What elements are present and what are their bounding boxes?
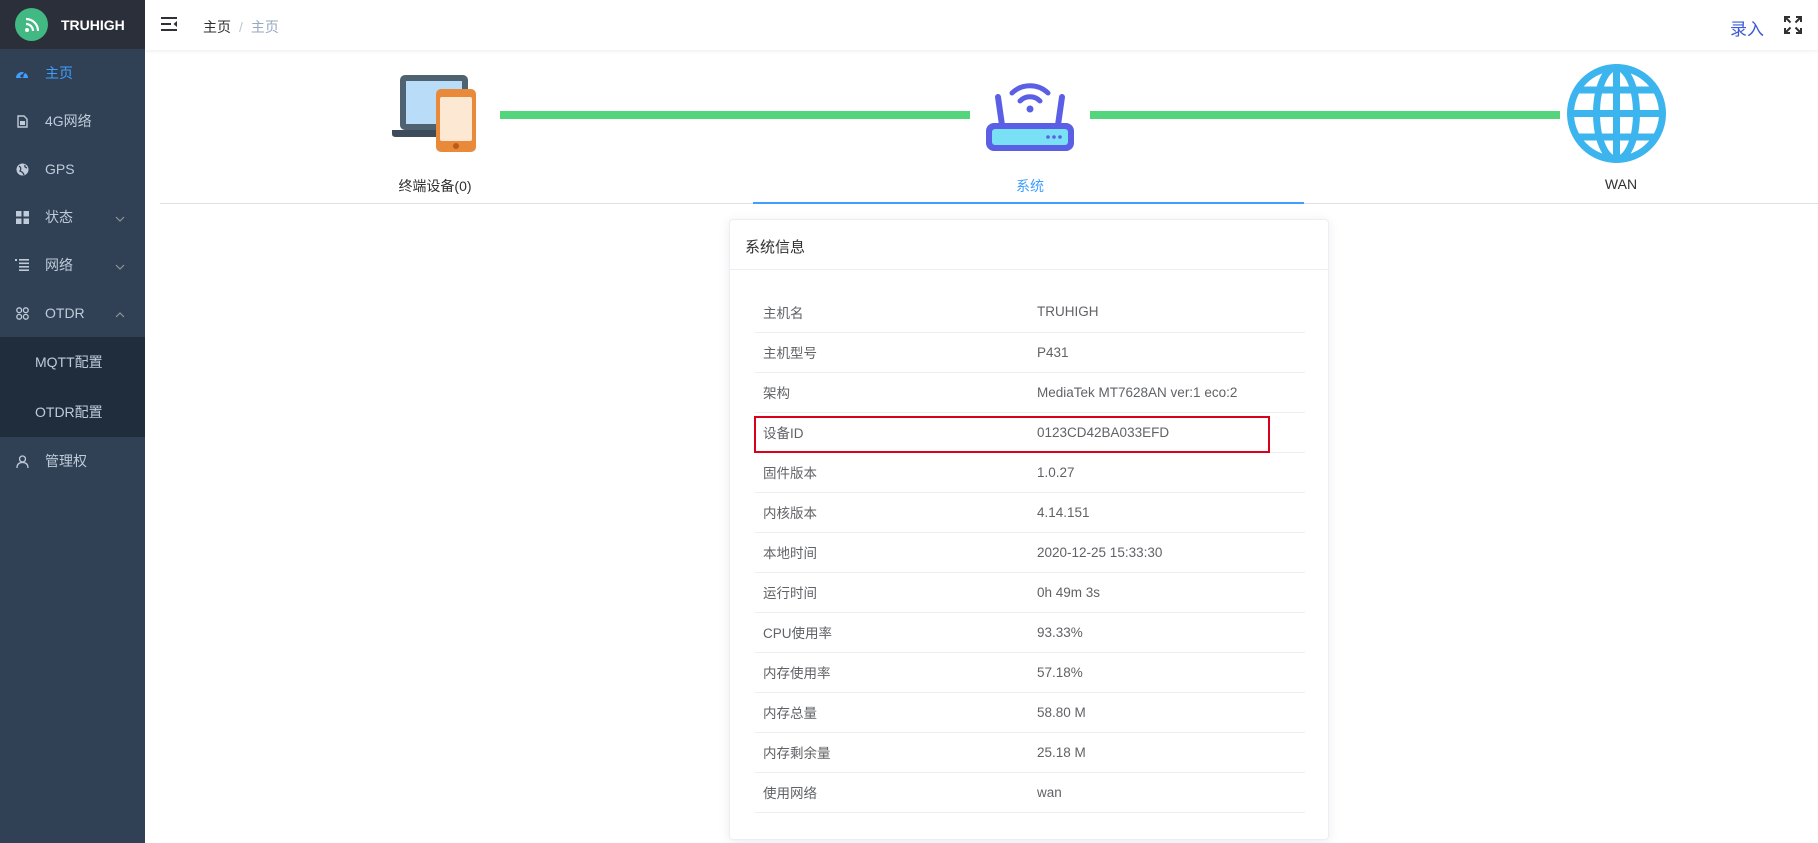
row-key: 固件版本: [755, 452, 1029, 493]
sidebar-item-label: OTDR配置: [35, 404, 103, 420]
table-row: 运行时间 0h 49m 3s: [755, 572, 1305, 613]
sidebar-item-network[interactable]: 网络: [0, 241, 145, 289]
row-value: 93.33%: [1029, 612, 1305, 653]
wan-label: WAN: [1604, 176, 1638, 192]
chevron-up-icon: [115, 305, 125, 321]
table-row: 本地时间 2020-12-25 15:33:30: [755, 532, 1305, 573]
sidebar-item-label: GPS: [45, 161, 75, 177]
apps-icon: [15, 306, 29, 320]
globe-icon[interactable]: [1566, 63, 1667, 164]
breadcrumb-home[interactable]: 主页: [203, 19, 231, 35]
sidebar-item-otdr-config[interactable]: OTDR配置: [0, 387, 145, 437]
sidebar-item-label: MQTT配置: [35, 354, 103, 370]
grid-icon: [15, 210, 29, 224]
row-key: 运行时间: [755, 572, 1029, 613]
sidebar-item-label: 状态: [45, 209, 73, 225]
table-row: 内存总量 58.80 M: [755, 692, 1305, 733]
logo[interactable]: TRUHIGH: [0, 0, 145, 49]
brand-name: TRUHIGH: [61, 16, 125, 33]
table-row: 内核版本 4.14.151: [755, 492, 1305, 533]
breadcrumb-separator: /: [239, 19, 243, 35]
menu-fold-icon[interactable]: [161, 16, 178, 37]
sidebar-item-otdr[interactable]: OTDR: [0, 289, 145, 337]
dashboard-icon: [15, 66, 29, 80]
row-key: 架构: [755, 372, 1029, 413]
row-value: 0h 49m 3s: [1029, 572, 1305, 613]
navbar: 主页 / 主页 录入: [145, 0, 1818, 50]
row-value: TRUHIGH: [1029, 292, 1305, 333]
row-key: 内存剩余量: [755, 732, 1029, 773]
row-key: 内存使用率: [755, 652, 1029, 693]
sidebar: TRUHIGH 主页 4G网络 GPS 状态 网络 OTDR MQTT配置 OT…: [0, 0, 145, 843]
chevron-down-icon: [115, 209, 125, 225]
breadcrumb: 主页 / 主页: [203, 17, 279, 37]
fullscreen-icon[interactable]: [1784, 16, 1802, 39]
row-value: MediaTek MT7628AN ver:1 eco:2: [1029, 372, 1305, 413]
globe-icon: [15, 162, 29, 176]
sidebar-item-label: 主页: [45, 65, 73, 81]
login-link[interactable]: 录入: [1730, 15, 1764, 40]
tab-active-indicator: [753, 202, 1304, 204]
table-row: 使用网络 wan: [755, 772, 1305, 813]
link-system-wan: [1090, 111, 1560, 119]
row-value: wan: [1029, 772, 1305, 813]
card-title: 系统信息: [730, 220, 1328, 270]
row-value: 25.18 M: [1029, 732, 1305, 773]
row-value: 4.14.151: [1029, 492, 1305, 533]
row-key: 使用网络: [755, 772, 1029, 813]
row-key: CPU使用率: [755, 612, 1029, 653]
sidebar-item-status[interactable]: 状态: [0, 193, 145, 241]
laptop-phone-icon[interactable]: [392, 73, 482, 158]
row-value: 2020-12-25 15:33:30: [1029, 532, 1305, 573]
router-icon[interactable]: [982, 73, 1078, 163]
table-row: 主机名 TRUHIGH: [755, 292, 1305, 333]
row-value: 1.0.27: [1029, 452, 1305, 493]
sidebar-item-label: 管理权: [45, 453, 87, 469]
sidebar-item-admin[interactable]: 管理权: [0, 437, 145, 485]
row-value: 57.18%: [1029, 652, 1305, 693]
breadcrumb-current: 主页: [250, 19, 279, 35]
table-row: 架构 MediaTek MT7628AN ver:1 eco:2: [755, 372, 1305, 413]
sidebar-item-label: 4G网络: [45, 113, 92, 129]
user-icon: [15, 454, 29, 468]
table-row: CPU使用率 93.33%: [755, 612, 1305, 653]
table-row: 内存使用率 57.18%: [755, 652, 1305, 693]
sidebar-item-label: OTDR: [45, 305, 85, 321]
link-terminal-system: [500, 111, 970, 119]
sidebar-item-label: 网络: [45, 257, 73, 273]
list-icon: [15, 258, 29, 272]
sidebar-item-home[interactable]: 主页: [0, 49, 145, 97]
otdr-submenu: MQTT配置 OTDR配置: [0, 337, 145, 437]
row-key: 内存总量: [755, 692, 1029, 733]
sidebar-item-4g[interactable]: 4G网络: [0, 97, 145, 145]
row-key: 本地时间: [755, 532, 1029, 573]
system-info-table: 主机名 TRUHIGH 主机型号 P431 架构 MediaTek MT7628AN ve…: [755, 292, 1305, 813]
table-row: 主机型号 P431: [755, 332, 1305, 373]
row-key: 主机名: [755, 292, 1029, 333]
system-label: 系统: [1016, 178, 1044, 194]
row-key: 内核版本: [755, 492, 1029, 533]
network-topology: 终端设备(0) 系统 WAN: [160, 60, 1818, 205]
rss-icon: [15, 8, 48, 41]
sidebar-item-gps[interactable]: GPS: [0, 145, 145, 193]
table-row: 固件版本 1.0.27: [755, 452, 1305, 493]
row-value: 58.80 M: [1029, 692, 1305, 733]
terminal-devices-label: 终端设备(0): [398, 178, 472, 194]
chevron-down-icon: [115, 257, 125, 273]
sidebar-item-mqtt-config[interactable]: MQTT配置: [0, 337, 145, 387]
table-row: 内存剩余量 25.18 M: [755, 732, 1305, 773]
sim-card-icon: [15, 114, 29, 128]
device-id-highlight: [754, 416, 1270, 453]
system-info-card: 系统信息 主机名 TRUHIGH 主机型号 P431 架构 MediaTek MT7628…: [729, 219, 1329, 840]
row-value: P431: [1029, 332, 1305, 373]
row-key: 主机型号: [755, 332, 1029, 373]
